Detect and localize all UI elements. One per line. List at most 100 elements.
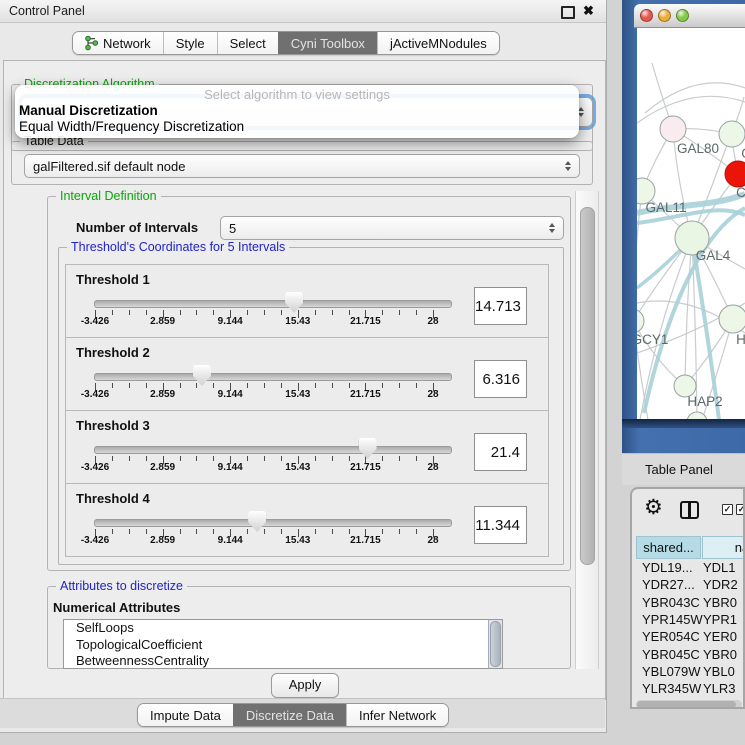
table-panel-titlebar[interactable]: Table Panel	[622, 453, 745, 485]
tab-label: Cyni Toolbox	[291, 36, 365, 51]
attributes-to-discretize-group: Attributes to discretize Numerical Attri…	[47, 586, 571, 669]
close-icon[interactable]: ✖	[583, 3, 594, 19]
threshold-value-input[interactable]: 21.4	[474, 433, 527, 471]
network-node-ga[interactable]	[719, 121, 745, 147]
gear-icon[interactable]: ⚙	[644, 497, 663, 519]
number-of-intervals-combobox[interactable]: 5	[220, 216, 564, 240]
slider-tick	[315, 456, 316, 461]
tab-jactivemnodules[interactable]: jActiveMNodules	[377, 32, 499, 54]
tick-label: 2.859	[133, 535, 193, 546]
network-node-c[interactable]	[725, 161, 745, 187]
popup-option-equal-width-frequency[interactable]: Equal Width/Frequency Discretization	[18, 119, 576, 135]
threshold-slider-track[interactable]	[94, 373, 452, 381]
list-item[interactable]: BetweennessCentrality	[64, 653, 502, 669]
table-row[interactable]: YDL19...YDL1	[636, 560, 745, 577]
tab-cyni-toolbox[interactable]: Cyni Toolbox	[278, 32, 377, 54]
table-row[interactable]: YBR043CYBR0	[636, 595, 745, 612]
control-panel-titlebar[interactable]: Control Panel ✖	[0, 0, 606, 23]
network-node-h[interactable]	[719, 305, 745, 333]
combo-stepper-icon	[565, 161, 571, 171]
tick-label: 21.715	[335, 316, 395, 327]
network-edge	[637, 96, 745, 123]
slider-tick	[332, 310, 333, 315]
threshold-slider-track[interactable]	[94, 300, 452, 308]
cell-name: YDR2	[703, 577, 738, 592]
network-canvas[interactable]: GAL80GACGAL11GAL4GCY1HHAP2	[637, 28, 745, 420]
slider-thumb[interactable]	[285, 292, 303, 313]
tick-label: 9.144	[200, 389, 260, 400]
slider-tick	[112, 310, 113, 315]
column-header-name[interactable]: na	[702, 536, 745, 559]
threshold-slider-track[interactable]	[94, 519, 452, 527]
float-window-icon[interactable]	[561, 6, 575, 19]
tick-label: 15.43	[268, 316, 328, 327]
settings-scrollbar[interactable]	[575, 191, 599, 669]
table-row[interactable]: YLR345WYLR3	[636, 681, 745, 698]
slider-tick	[264, 310, 265, 315]
tick-label: -3.426	[65, 535, 125, 546]
scrollbar-thumb[interactable]	[580, 207, 595, 565]
combo-stepper-icon	[549, 223, 555, 233]
apply-button[interactable]: Apply	[271, 673, 339, 698]
slider-tick	[247, 383, 248, 388]
table-row[interactable]: YBR045CYBR0	[636, 647, 745, 664]
tab-select[interactable]: Select	[217, 32, 278, 54]
threshold-label: Threshold 3	[76, 418, 150, 433]
table-data-combobox[interactable]: galFiltered.sif default node	[24, 154, 580, 178]
cell-shared-name: YDR27...	[642, 577, 695, 592]
tab-impute-data[interactable]: Impute Data	[138, 704, 233, 726]
slider-tick	[349, 310, 350, 315]
table-row[interactable]: YPR145WYPR1	[636, 612, 745, 629]
table-row[interactable]: YDR27... YDR2	[636, 577, 745, 594]
cell-name: YDL1	[703, 560, 736, 575]
threshold-panel-2: Threshold 2-3.4262.8599.14415.4321.71528…	[65, 337, 549, 411]
cell-shared-name: YBR045C	[642, 647, 700, 662]
tab-infer-network[interactable]: Infer Network	[346, 704, 448, 726]
cell-shared-name: YLR345W	[642, 681, 701, 696]
tick-label: 28	[403, 389, 463, 400]
slider-tick	[247, 529, 248, 534]
slider-tick	[146, 529, 147, 534]
slider-tick	[196, 310, 197, 315]
slider-tick	[399, 529, 400, 534]
scrollbar-thumb[interactable]	[490, 621, 501, 667]
slider-tick	[332, 529, 333, 534]
slider-tick	[213, 529, 214, 534]
tab-label: Style	[176, 36, 205, 51]
numerical-attributes-list[interactable]: SelfLoopsTopologicalCoefficientBetweenne…	[63, 619, 503, 669]
network-node-gcy1[interactable]	[637, 309, 644, 333]
checkbox-checked-icon[interactable]: ✓	[722, 504, 733, 515]
table-horizontal-scrollbar[interactable]	[636, 700, 742, 709]
tab-style[interactable]: Style	[163, 32, 217, 54]
node-label: GCY1	[637, 332, 668, 347]
network-window: GAL80GACGAL11GAL4GCY1HHAP2	[634, 4, 745, 419]
slider-thumb[interactable]	[359, 438, 377, 459]
checkbox-checked-icon[interactable]: ✓	[736, 504, 745, 515]
list-item[interactable]: TopologicalCoefficient	[64, 637, 502, 654]
list-item[interactable]: SelfLoops	[64, 620, 502, 637]
network-node-gal80[interactable]	[660, 116, 686, 142]
tab-network[interactable]: Network	[73, 32, 163, 54]
tab-discretize-data[interactable]: Discretize Data	[233, 704, 346, 726]
threshold-value-input[interactable]: 6.316	[474, 360, 527, 398]
threshold-slider-track[interactable]	[94, 446, 452, 454]
columns-icon-divider	[688, 503, 691, 517]
traffic-light-minimize[interactable]	[658, 9, 671, 22]
slider-tick	[146, 310, 147, 315]
table-row[interactable]: YER054CYER0	[636, 629, 745, 646]
scrollbar-thumb[interactable]	[637, 701, 736, 708]
traffic-light-zoom[interactable]	[676, 9, 689, 22]
column-header-shared-name[interactable]: shared...	[636, 536, 701, 559]
popup-option-manual-discretization[interactable]: Manual Discretization	[18, 103, 576, 119]
traffic-light-close[interactable]	[640, 9, 653, 22]
columns-icon[interactable]	[680, 501, 699, 519]
list-scrollbar[interactable]	[488, 620, 502, 668]
threshold-label: Threshold 2	[76, 345, 150, 360]
table-row[interactable]: YBL079WYBL0	[636, 664, 745, 681]
threshold-value-input[interactable]: 11.344	[474, 506, 527, 544]
slider-tick	[180, 383, 181, 388]
cell-name: YER0	[703, 629, 737, 644]
tick-label: 9.144	[200, 462, 260, 473]
network-window-titlebar[interactable]	[634, 4, 745, 28]
threshold-value-input[interactable]: 14.713	[474, 287, 527, 325]
